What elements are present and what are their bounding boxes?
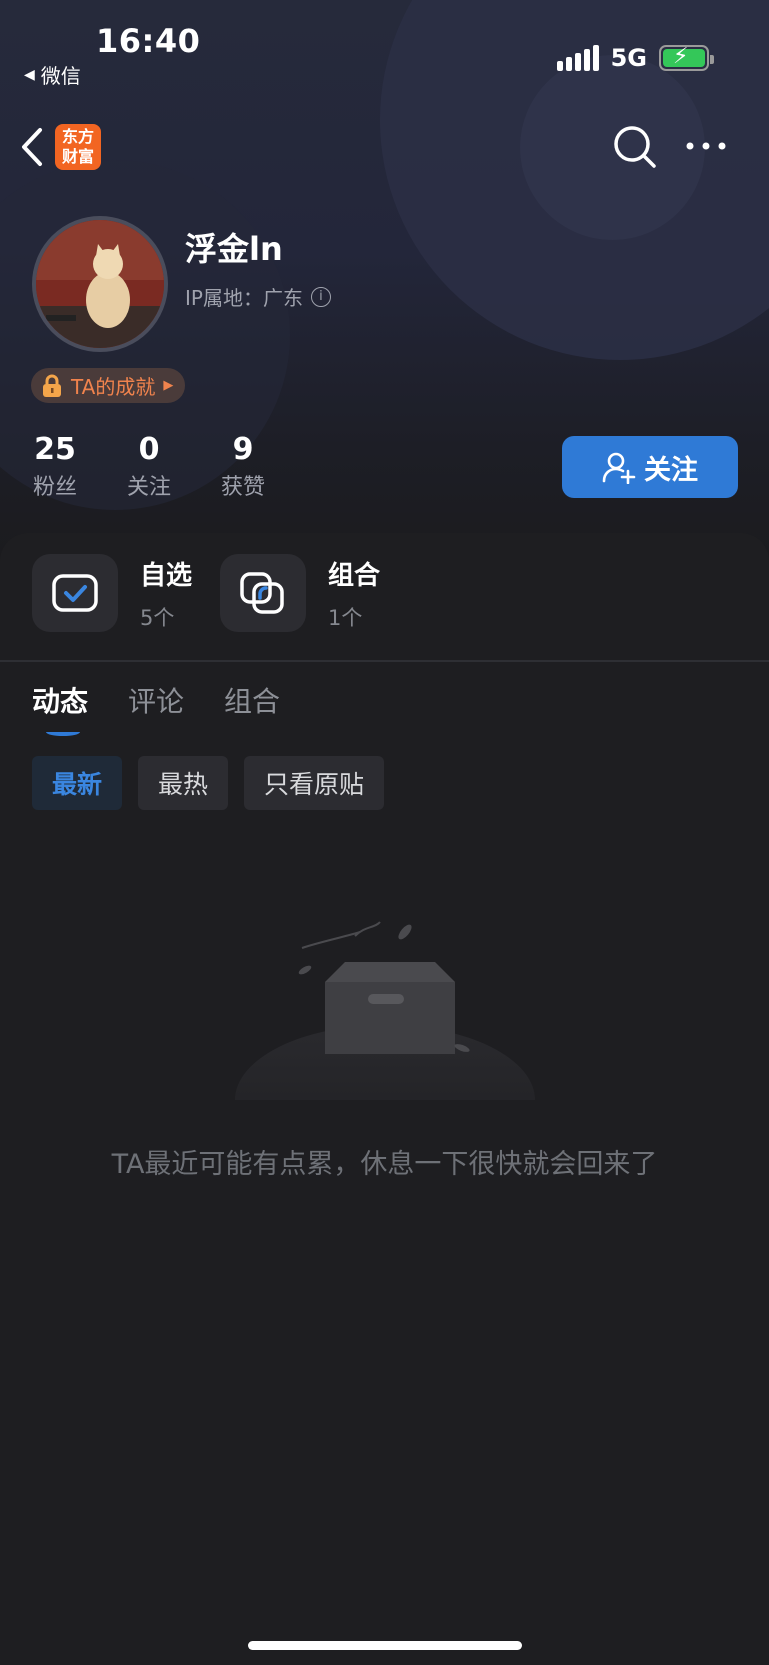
status-indicators: 5G ⚡ — [556, 44, 714, 72]
empty-state-message: TA最近可能有点累，休息一下很快就会回来了 — [111, 1149, 658, 1180]
info-icon[interactable]: i — [310, 286, 331, 307]
active-tab-indicator — [46, 728, 80, 736]
portfolio-overlap-icon — [240, 572, 284, 614]
shortcut-count: 1个 — [328, 605, 363, 630]
network-label: 5G — [610, 44, 647, 72]
watchlist-box — [32, 554, 118, 632]
filter-hottest[interactable]: 最热 — [138, 756, 229, 810]
feed-filters: 最新 最热 只看原贴 — [32, 756, 385, 810]
tab-feed[interactable]: 动态 — [32, 680, 88, 736]
play-arrow-icon: ▶ — [163, 378, 174, 393]
stat-fans[interactable]: 25 粉丝 — [30, 432, 80, 501]
home-indicator[interactable] — [248, 1641, 522, 1650]
status-time: 16:40 — [96, 22, 201, 60]
divider — [0, 660, 769, 662]
empty-box-icon — [235, 921, 535, 1100]
avatar[interactable] — [32, 216, 168, 352]
battery-icon: ⚡ — [659, 44, 714, 71]
filter-original-only[interactable]: 只看原贴 — [244, 756, 385, 810]
stat-following[interactable]: 0 关注 — [124, 432, 174, 501]
filter-latest[interactable]: 最新 — [32, 756, 123, 810]
content-tabs: 动态 评论 组合 — [32, 680, 280, 736]
app-logo: 东方 财富 — [55, 124, 101, 170]
username: 浮金ln — [185, 230, 283, 268]
back-triangle-icon: ◀ — [24, 66, 35, 83]
shortcut-title: 自选 — [140, 560, 193, 591]
add-user-icon — [602, 452, 636, 484]
profile-stats: 25 粉丝 0 关注 9 获赞 — [30, 432, 268, 501]
stat-likes[interactable]: 9 获赞 — [218, 432, 268, 501]
ip-location-row: IP属地：广东 i — [185, 282, 331, 311]
follow-button[interactable]: 关注 — [562, 436, 738, 498]
more-icon[interactable] — [684, 136, 728, 156]
tab-comments[interactable]: 评论 — [128, 680, 184, 732]
follow-label: 关注 — [644, 454, 698, 486]
shortcut-count: 5个 — [140, 605, 175, 630]
signal-icon — [556, 45, 599, 71]
shortcut-portfolio[interactable]: 组合 1个 — [220, 554, 380, 632]
tab-portfolio[interactable]: 组合 — [224, 680, 280, 732]
back-to-app[interactable]: ◀ 微信 — [24, 60, 81, 89]
portfolio-box — [220, 554, 306, 632]
ip-location: IP属地：广东 — [185, 286, 303, 310]
back-app-label: 微信 — [40, 64, 81, 88]
achievement-label: TA的成就 — [71, 375, 156, 399]
achievement-button[interactable]: TA的成就 ▶ — [31, 368, 186, 403]
back-arrow-icon[interactable] — [18, 122, 48, 172]
shortcut-title: 组合 — [328, 560, 381, 591]
watchlist-check-icon — [52, 574, 98, 612]
shortcut-watchlist[interactable]: 自选 5个 — [32, 554, 192, 632]
lock-icon — [43, 374, 61, 397]
search-icon[interactable] — [612, 124, 658, 170]
